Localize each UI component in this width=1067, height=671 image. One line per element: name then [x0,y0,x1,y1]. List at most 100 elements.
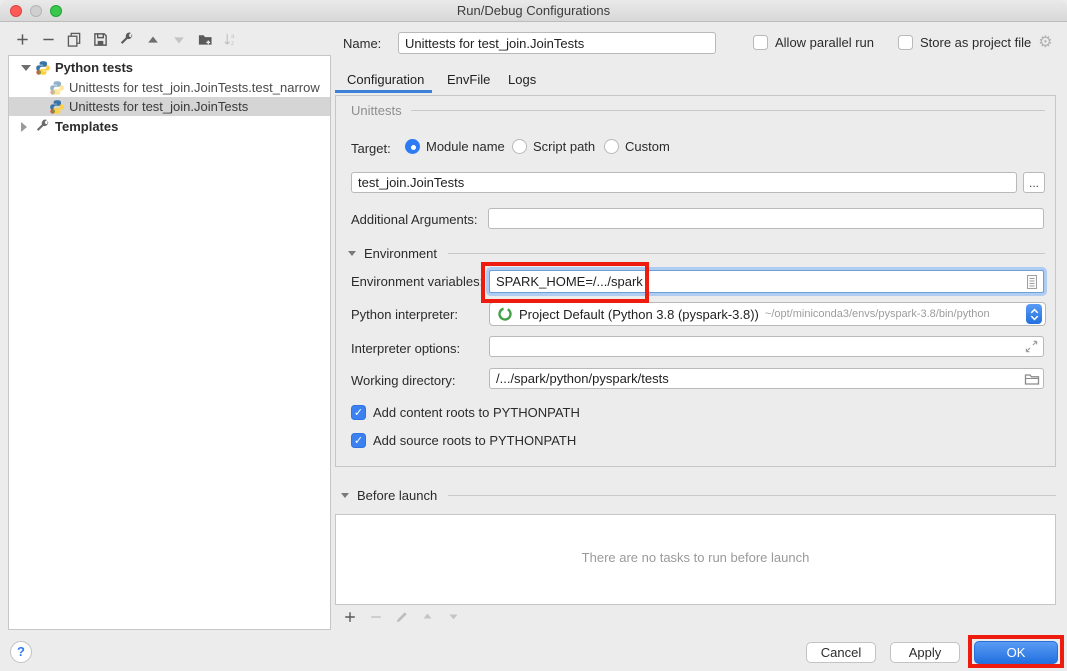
tree-item-label: Unittests for test_join.JoinTests [69,99,248,114]
tree-item-label: Unittests for test_join.JoinTests.test_n… [69,80,320,95]
wrench-icon [119,32,134,50]
store-project-checkbox[interactable] [898,35,913,50]
allow-parallel-label: Allow parallel run [775,35,874,50]
minimize-window-button[interactable] [30,5,42,17]
python-interpreter-label: Python interpreter: [351,307,458,322]
module-name-radio-label: Module name [426,139,505,154]
name-label: Name: [343,36,381,51]
sort-configurations-button[interactable]: az [222,33,239,50]
environment-group-label: Environment [364,246,437,261]
save-configuration-button[interactable] [92,33,109,50]
tree-item-templates[interactable]: Templates [9,117,330,136]
python-tests-icon [49,80,65,96]
before-launch-group-label: Before launch [357,488,437,503]
remove-task-button[interactable] [367,610,384,627]
cancel-button[interactable]: Cancel [806,642,876,663]
tree-item-python-tests[interactable]: Python tests [9,58,330,77]
target-module-name-option[interactable]: Module name [405,139,505,154]
content-roots-label: Add content roots to PYTHONPATH [373,405,580,420]
tab-envfile[interactable]: EnvFile [447,72,490,87]
content-roots-checkbox[interactable] [351,405,366,420]
tree-item-unittests-jointests[interactable]: Unittests for test_join.JoinTests [9,97,330,116]
folder-icon[interactable] [1024,371,1040,387]
name-input[interactable] [398,32,716,54]
target-custom-option[interactable]: Custom [604,139,670,154]
allow-parallel-checkbox[interactable] [753,35,768,50]
edit-task-button[interactable] [393,610,410,627]
new-folder-icon [197,32,213,50]
environment-variables-label: Environment variables: [351,274,483,289]
move-up-button[interactable] [144,33,161,50]
close-window-button[interactable] [10,5,22,17]
interpreter-options-label: Interpreter options: [351,341,460,356]
move-task-down-button[interactable] [445,610,462,627]
working-directory-input[interactable] [489,368,1044,389]
tree-item-label: Templates [55,119,118,134]
gear-icon[interactable]: ⚙ [1038,35,1052,50]
conda-environment-icon [497,306,513,322]
copy-configuration-button[interactable] [66,33,83,50]
chevron-down-icon[interactable] [21,65,33,71]
ok-button[interactable]: OK [974,641,1058,664]
add-icon [343,610,357,627]
dropdown-stepper-icon[interactable] [1026,304,1042,324]
empty-task-list-text: There are no tasks to run before launch [336,550,1055,565]
custom-radio-label: Custom [625,139,670,154]
move-down-icon [172,33,186,50]
add-content-roots-option[interactable]: Add content roots to PYTHONPATH [351,405,580,420]
configurations-toolbar: az [14,31,239,51]
collapse-environment-icon[interactable] [348,251,356,256]
move-up-icon [421,610,434,626]
python-interpreter-select[interactable]: Project Default (Python 3.8 (pyspark-3.8… [489,302,1046,326]
edit-templates-button[interactable] [118,33,135,50]
remove-configuration-button[interactable] [40,33,57,50]
move-down-icon [447,610,460,626]
configuration-panel: Unittests Target: Module name Script pat… [335,95,1056,467]
environment-variables-input[interactable] [489,270,1044,293]
expand-field-icon[interactable] [1024,339,1040,355]
module-name-input[interactable] [351,172,1017,193]
working-directory-label: Working directory: [351,373,456,388]
window-title: Run/Debug Configurations [0,0,1067,22]
target-label: Target: [351,141,391,156]
source-roots-checkbox[interactable] [351,433,366,448]
move-down-button[interactable] [170,33,187,50]
additional-arguments-input[interactable] [488,208,1044,229]
group-divider [411,110,1045,111]
active-tab-indicator [335,90,432,93]
allow-parallel-run-option: Allow parallel run [753,35,874,50]
add-source-roots-option[interactable]: Add source roots to PYTHONPATH [351,433,576,448]
add-task-button[interactable] [341,610,358,627]
apply-button[interactable]: Apply [890,642,960,663]
script-path-radio[interactable] [512,139,527,154]
group-divider [448,253,1045,254]
zoom-window-button[interactable] [50,5,62,17]
interpreter-options-input[interactable] [489,336,1044,357]
browse-button[interactable]: ... [1023,172,1045,193]
unittests-group-label: Unittests [351,103,402,118]
additional-arguments-label: Additional Arguments: [351,212,477,227]
tree-item-unittests-test-narrow[interactable]: Unittests for test_join.JoinTests.test_n… [9,78,330,97]
chevron-right-icon[interactable] [21,122,33,132]
save-icon [93,32,108,50]
python-tests-icon [35,60,51,76]
new-folder-button[interactable] [196,33,213,50]
tree-item-label: Python tests [55,60,133,75]
target-script-path-option[interactable]: Script path [512,139,595,154]
move-task-up-button[interactable] [419,610,436,627]
add-icon [15,32,30,50]
before-launch-task-list[interactable]: There are no tasks to run before launch [335,514,1056,605]
script-path-radio-label: Script path [533,139,595,154]
tab-configuration[interactable]: Configuration [347,72,424,87]
group-divider [448,495,1056,496]
pencil-icon [395,610,409,627]
add-configuration-button[interactable] [14,33,31,50]
module-name-radio[interactable] [405,139,420,154]
collapse-before-launch-icon[interactable] [341,493,349,498]
move-up-icon [146,33,160,50]
browse-variables-icon[interactable] [1024,274,1040,290]
source-roots-label: Add source roots to PYTHONPATH [373,433,576,448]
help-button[interactable]: ? [10,641,32,663]
tab-logs[interactable]: Logs [508,72,536,87]
custom-radio[interactable] [604,139,619,154]
